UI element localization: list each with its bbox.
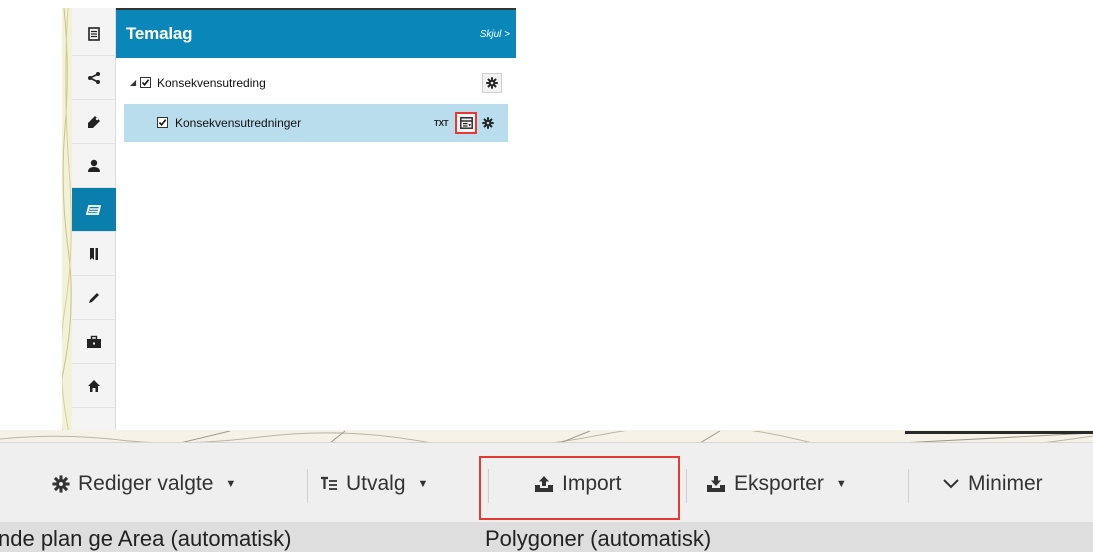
icon-sidebar xyxy=(72,8,116,438)
panel-title: Temalag xyxy=(126,24,193,43)
layers-panel: Temalag Skjul > ◢ Konsekvensutreding Kon… xyxy=(116,8,516,438)
group-checkbox[interactable] xyxy=(140,77,151,88)
filter-list-icon xyxy=(320,476,338,492)
home-icon[interactable] xyxy=(72,364,116,408)
export-button[interactable]: Eksporter ▼ xyxy=(706,459,847,509)
panel-header: Temalag Skjul > xyxy=(116,10,516,58)
map-background xyxy=(0,430,1093,442)
minimize-label: Minimer xyxy=(968,472,1043,495)
gear-icon xyxy=(486,77,498,89)
tree-layer-row[interactable]: Konsekvensutredninger TXT xyxy=(124,104,508,142)
expand-triangle-icon[interactable]: ◢ xyxy=(130,78,136,87)
gear-icon xyxy=(52,475,70,493)
edit-selected-button[interactable]: Rediger valgte ▼ xyxy=(52,459,236,509)
group-settings-button[interactable] xyxy=(482,73,502,93)
edit-selected-label: Rediger valgte xyxy=(78,472,214,495)
txt-button[interactable]: TXT xyxy=(434,119,449,135)
tree-group-row: ◢ Konsekvensutreding xyxy=(116,64,516,102)
user-icon[interactable] xyxy=(72,144,116,188)
bookmark-icon[interactable] xyxy=(72,232,116,276)
selection-label: Utvalg xyxy=(346,472,406,495)
download-icon xyxy=(706,475,726,493)
table-toolbar-screenshot: Rediger valgte ▼ Utvalg ▼ Import Eksport… xyxy=(0,430,1093,552)
attribute-table-button[interactable] xyxy=(455,112,477,134)
chevron-down-icon xyxy=(942,478,960,490)
column-header[interactable]: nde plan ge Area (automatisk) xyxy=(0,526,292,552)
layer-checkbox[interactable] xyxy=(157,117,168,128)
layer-label: Konsekvensutredninger xyxy=(175,116,302,130)
layer-panel-screenshot: Temalag Skjul > ◢ Konsekvensutreding Kon… xyxy=(62,8,516,438)
chevron-down-icon: ▼ xyxy=(417,478,429,490)
divider xyxy=(908,469,909,503)
document-icon[interactable] xyxy=(72,12,116,56)
column-header[interactable]: Polygoner (automatisk) xyxy=(485,526,711,552)
layer-settings-button[interactable] xyxy=(480,115,496,131)
stage: Temalag Skjul > ◢ Konsekvensutreding Kon… xyxy=(0,0,1093,552)
divider xyxy=(307,469,308,503)
chevron-down-icon: ▼ xyxy=(835,478,847,490)
hide-panel-link[interactable]: Skjul > xyxy=(480,29,510,40)
table-column-headers: nde plan ge Area (automatisk) Polygoner … xyxy=(0,522,1093,552)
group-label: Konsekvensutreding xyxy=(157,76,266,90)
gear-icon xyxy=(482,117,494,129)
layers-icon[interactable] xyxy=(72,188,116,232)
briefcase-icon[interactable] xyxy=(72,320,116,364)
divider xyxy=(686,469,687,503)
share-icon[interactable] xyxy=(72,56,116,100)
chevron-down-icon: ▼ xyxy=(225,478,237,490)
tag-icon[interactable] xyxy=(72,100,116,144)
table-icon xyxy=(459,117,473,129)
map-edge xyxy=(62,8,72,438)
pencil-icon[interactable] xyxy=(72,276,116,320)
selection-button[interactable]: Utvalg ▼ xyxy=(320,459,428,509)
export-label: Eksporter xyxy=(734,472,824,495)
import-highlight xyxy=(479,456,680,520)
minimize-button[interactable]: Minimer xyxy=(942,459,1043,509)
